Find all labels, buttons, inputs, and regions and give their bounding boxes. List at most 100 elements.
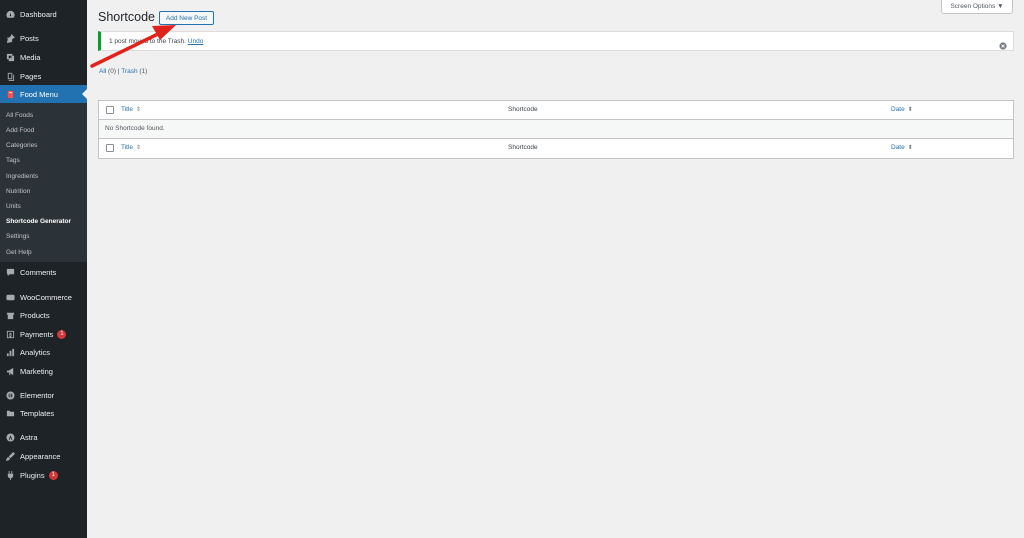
column-shortcode: Shortcode	[508, 106, 538, 113]
admin-sidebar: Dashboard Posts Media Pages Food Menu Al…	[0, 0, 87, 538]
column-title-label: Title	[121, 106, 134, 113]
menu-payments-label: Payments	[20, 329, 54, 339]
dashboard-icon	[5, 9, 15, 19]
notice-text: 1 post moved to the Trash.	[109, 38, 186, 45]
page-title: Shortcode	[98, 10, 155, 24]
menu-comments[interactable]: Comments	[0, 263, 87, 281]
sort-desc-icon: ⬍	[907, 145, 913, 151]
table-header-row: Title ⇕ Shortcode Date ⬍	[99, 101, 1013, 120]
payments-badge: 1	[57, 329, 67, 339]
menu-astra-label: Astra	[20, 432, 38, 442]
products-icon	[5, 310, 15, 320]
table-footer-row: Title ⇕ Shortcode Date ⬍	[99, 139, 1013, 158]
column-shortcode-footer: Shortcode	[508, 144, 538, 151]
submenu-categories[interactable]: Categories	[6, 139, 37, 151]
column-date-sort-footer[interactable]: Date ⬍	[891, 144, 913, 151]
woocommerce-icon	[5, 292, 15, 302]
submenu-nutrition[interactable]: Nutrition	[6, 185, 30, 197]
plugins-badge: 1	[48, 470, 58, 480]
menu-woocommerce[interactable]: WooCommerce	[0, 288, 87, 306]
select-all-checkbox[interactable]	[106, 106, 114, 114]
comment-icon	[5, 267, 15, 277]
elementor-icon	[5, 390, 15, 400]
filter-separator: |	[117, 68, 120, 75]
submenu-tags[interactable]: Tags	[6, 154, 20, 166]
submenu-settings[interactable]: Settings	[6, 230, 30, 242]
submenu-get-help[interactable]: Get Help	[6, 246, 32, 258]
trash-notice: 1 post moved to the Trash. Undo	[98, 31, 1014, 51]
menu-food-menu-label: Food Menu	[20, 89, 58, 99]
brush-icon	[5, 451, 15, 461]
column-title-label-footer: Title	[121, 144, 134, 151]
menu-appearance-label: Appearance	[20, 451, 61, 461]
folder-icon	[5, 408, 15, 418]
submenu-add-food[interactable]: Add Food	[6, 124, 34, 136]
food-menu-submenu: All Foods Add Food Categories Tags Ingre…	[0, 103, 87, 262]
add-new-post-button[interactable]: Add New Post	[159, 11, 214, 25]
menu-templates[interactable]: Templates	[0, 404, 87, 422]
submenu-shortcode-generator[interactable]: Shortcode Generator	[6, 215, 71, 227]
filter-trash-label: Trash	[121, 68, 138, 75]
table-row: No Shortcode found.	[99, 120, 1013, 139]
payments-icon	[5, 329, 15, 339]
menu-templates-label: Templates	[20, 408, 55, 418]
menu-dashboard[interactable]: Dashboard	[0, 5, 87, 23]
filter-all-count: (0)	[108, 68, 116, 75]
menu-posts[interactable]: Posts	[0, 29, 87, 47]
column-date-label: Date	[891, 106, 905, 113]
notice-message: 1 post moved to the Trash. Undo	[109, 38, 203, 45]
menu-elementor-label: Elementor	[20, 390, 55, 400]
filter-all-link[interactable]: All (0)	[99, 68, 116, 75]
menu-pages[interactable]: Pages	[0, 67, 87, 85]
menu-posts-label: Posts	[20, 33, 39, 43]
annotation-arrow	[90, 25, 176, 68]
sort-icon: ⇕	[136, 107, 142, 113]
menu-products[interactable]: Products	[0, 306, 87, 324]
posts-table: Title ⇕ Shortcode Date ⬍ No Shortcode foun…	[98, 100, 1014, 159]
megaphone-icon	[5, 366, 15, 376]
pages-icon	[5, 71, 15, 81]
column-title-sort[interactable]: Title ⇕	[121, 106, 141, 113]
food-menu-icon	[5, 89, 15, 99]
menu-marketing[interactable]: Marketing	[0, 362, 87, 380]
analytics-icon	[5, 347, 15, 357]
menu-media[interactable]: Media	[0, 48, 87, 66]
menu-food-menu[interactable]: Food Menu	[0, 85, 87, 103]
menu-plugins[interactable]: Plugins 1	[0, 466, 87, 484]
select-all-checkbox-footer[interactable]	[106, 144, 114, 152]
menu-appearance[interactable]: Appearance	[0, 447, 87, 465]
column-date-label-footer: Date	[891, 144, 905, 151]
sort-desc-icon: ⬍	[907, 107, 913, 113]
submenu-ingredients[interactable]: Ingredients	[6, 170, 38, 182]
media-icon	[5, 52, 15, 62]
pin-icon	[5, 33, 15, 43]
no-items-message: No Shortcode found.	[105, 125, 165, 132]
menu-woocommerce-label: WooCommerce	[20, 292, 72, 302]
dismiss-icon[interactable]	[999, 37, 1007, 50]
undo-link[interactable]: Undo	[188, 38, 204, 45]
submenu-units[interactable]: Units	[6, 200, 21, 212]
submenu-all-foods[interactable]: All Foods	[6, 109, 33, 121]
menu-pages-label: Pages	[20, 71, 42, 81]
menu-analytics[interactable]: Analytics	[0, 343, 87, 361]
filter-trash-link[interactable]: Trash (1)	[121, 68, 147, 75]
astra-icon	[5, 432, 15, 442]
screen-options-button[interactable]: Screen Options ▼	[941, 0, 1013, 14]
menu-media-label: Media	[20, 52, 41, 62]
filter-all-label: All	[99, 68, 107, 75]
menu-astra[interactable]: Astra	[0, 428, 87, 446]
menu-comments-label: Comments	[20, 267, 57, 277]
filter-trash-count: (1)	[139, 68, 148, 75]
menu-marketing-label: Marketing	[20, 366, 53, 376]
menu-elementor[interactable]: Elementor	[0, 386, 87, 404]
menu-dashboard-label: Dashboard	[20, 9, 57, 19]
menu-analytics-label: Analytics	[20, 347, 51, 357]
plugin-icon	[5, 470, 15, 480]
menu-products-label: Products	[20, 310, 50, 320]
menu-plugins-label: Plugins	[20, 470, 45, 480]
sort-icon: ⇕	[136, 145, 142, 151]
status-filters: All (0) | Trash (1)	[99, 68, 147, 75]
column-date-sort[interactable]: Date ⬍	[891, 106, 913, 113]
column-title-sort-footer[interactable]: Title ⇕	[121, 144, 141, 151]
menu-payments[interactable]: Payments 1	[0, 325, 87, 343]
